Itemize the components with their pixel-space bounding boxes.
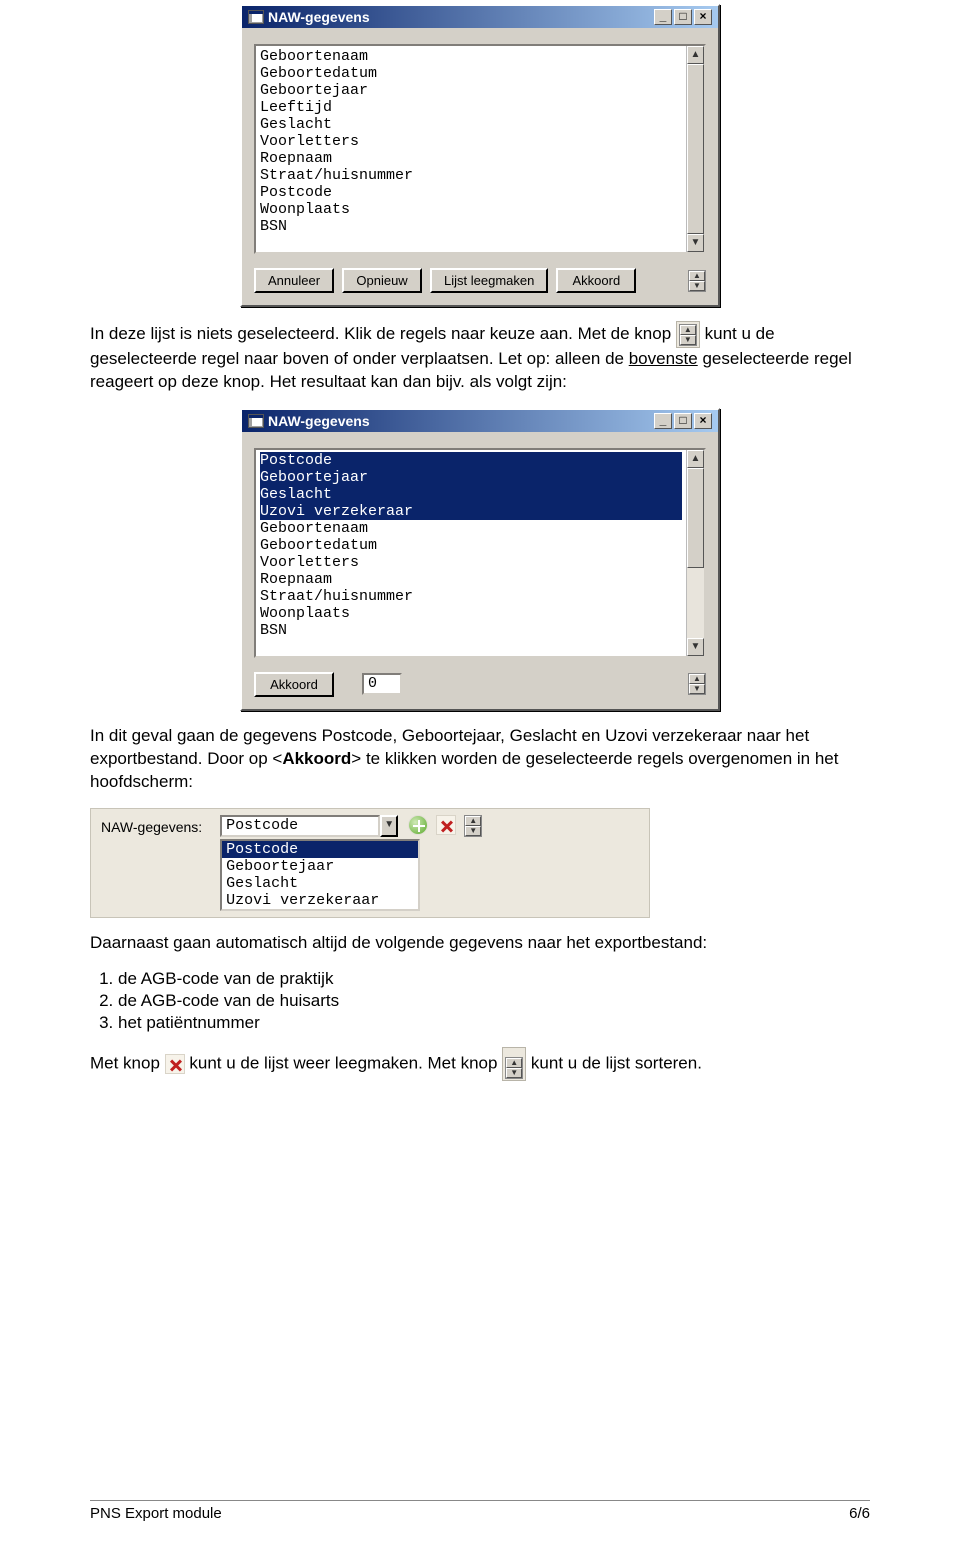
paragraph-2: In dit geval gaan de gegevens Postcode, … bbox=[90, 725, 870, 794]
page-footer: PNS Export module 6/6 bbox=[90, 1500, 870, 1522]
opnieuw-button[interactable]: Opnieuw bbox=[342, 268, 422, 293]
dropdown-item[interactable]: Geboortejaar bbox=[222, 858, 418, 875]
dropdown-item[interactable]: Uzovi verzekeraar bbox=[222, 892, 418, 909]
list-item: de AGB-code van de praktijk bbox=[118, 969, 870, 989]
spin-up-icon[interactable]: ▲ bbox=[465, 816, 481, 826]
list-item[interactable]: Geboortenaam bbox=[260, 48, 682, 65]
numeric-input[interactable]: 0 bbox=[362, 673, 402, 695]
listbox-scrollbar[interactable]: ▲ ▼ bbox=[686, 450, 704, 656]
spin-down-icon[interactable]: ▼ bbox=[465, 826, 481, 836]
delete-icon-inline bbox=[165, 1054, 185, 1074]
maximize-button[interactable]: □ bbox=[674, 413, 692, 429]
close-button[interactable]: × bbox=[694, 9, 712, 25]
titlebar-1[interactable]: NAW-gegevens _ □ × bbox=[242, 6, 718, 28]
dropdown-item[interactable]: Postcode bbox=[222, 841, 418, 858]
naw-window-2: NAW-gegevens _ □ × PostcodeGeboortejaarG… bbox=[240, 408, 720, 711]
akkoord-button[interactable]: Akkoord bbox=[254, 672, 334, 697]
spin-up-icon[interactable]: ▲ bbox=[689, 271, 705, 281]
dropdown-item[interactable]: Geslacht bbox=[222, 875, 418, 892]
app-icon bbox=[248, 10, 264, 24]
field-listbox-1[interactable]: GeboortenaamGeboortedatumGeboortejaarLee… bbox=[254, 44, 706, 254]
list-item[interactable]: BSN bbox=[260, 218, 682, 235]
list-item: de AGB-code van de huisarts bbox=[118, 991, 870, 1011]
listbox-scrollbar[interactable]: ▲ ▼ bbox=[686, 46, 704, 252]
scroll-down-button[interactable]: ▼ bbox=[687, 234, 704, 252]
scroll-up-button[interactable]: ▲ bbox=[687, 450, 704, 468]
list-item[interactable]: Geboortejaar bbox=[260, 82, 682, 99]
list-item: het patiëntnummer bbox=[118, 1013, 870, 1033]
list-item[interactable]: Voorletters bbox=[260, 133, 682, 150]
titlebar-2[interactable]: NAW-gegevens _ □ × bbox=[242, 410, 718, 432]
paragraph-3: Daarnaast gaan automatisch altijd de vol… bbox=[90, 932, 870, 955]
list-item[interactable]: Uzovi verzekeraar bbox=[260, 503, 682, 520]
mainpanel-label: NAW-gegevens: bbox=[101, 815, 202, 835]
naw-window-1: NAW-gegevens _ □ × GeboortenaamGeboorted… bbox=[240, 4, 720, 307]
reorder-spinner[interactable]: ▲ ▼ bbox=[688, 270, 706, 292]
scroll-thumb[interactable] bbox=[687, 468, 704, 568]
list-item[interactable]: Roepnaam bbox=[260, 150, 682, 167]
paragraph-1: In deze lijst is niets geselecteerd. Kli… bbox=[90, 321, 870, 394]
footer-right: 6/6 bbox=[849, 1505, 870, 1522]
annuleer-button[interactable]: Annuleer bbox=[254, 268, 334, 293]
bovenste-emphasis: bovenste bbox=[629, 349, 698, 368]
reorder-spinner[interactable]: ▲ ▼ bbox=[688, 673, 706, 695]
mainpanel-strip: NAW-gegevens: Postcode ▼ ▲ ▼ PostcodeGeb… bbox=[90, 808, 650, 918]
dropdown-open-list[interactable]: PostcodeGeboortejaarGeslachtUzovi verzek… bbox=[220, 839, 420, 911]
spin-up-icon[interactable]: ▲ bbox=[689, 674, 705, 684]
scroll-thumb[interactable] bbox=[687, 64, 704, 234]
list-item[interactable]: Leeftijd bbox=[260, 99, 682, 116]
minimize-button[interactable]: _ bbox=[654, 9, 672, 25]
spin-down-icon[interactable]: ▼ bbox=[689, 281, 705, 291]
list-item[interactable]: Voorletters bbox=[260, 554, 682, 571]
lijst-leegmaken-button[interactable]: Lijst leegmaken bbox=[430, 268, 548, 293]
scroll-up-button[interactable]: ▲ bbox=[687, 46, 704, 64]
list-item[interactable]: Postcode bbox=[260, 184, 682, 201]
window-title: NAW-gegevens bbox=[268, 9, 370, 25]
maximize-button[interactable]: □ bbox=[674, 9, 692, 25]
list-item[interactable]: Geboortejaar bbox=[260, 469, 682, 486]
delete-icon[interactable] bbox=[436, 815, 456, 835]
sort-spinner[interactable]: ▲ ▼ bbox=[464, 815, 482, 837]
naw-dropdown-display[interactable]: Postcode bbox=[220, 815, 380, 837]
field-listbox-2[interactable]: PostcodeGeboortejaarGeslachtUzovi verzek… bbox=[254, 448, 706, 658]
spin-down-icon[interactable]: ▼ bbox=[689, 684, 705, 694]
auto-export-list: de AGB-code van de praktijkde AGB-code v… bbox=[90, 969, 870, 1033]
akkoord-button[interactable]: Akkoord bbox=[556, 268, 636, 293]
list-item[interactable]: Geboortedatum bbox=[260, 537, 682, 554]
window-title: NAW-gegevens bbox=[268, 413, 370, 429]
list-item[interactable]: Geslacht bbox=[260, 486, 682, 503]
app-icon bbox=[248, 414, 264, 428]
paragraph-4: Met knop kunt u de lijst weer leegmaken.… bbox=[90, 1047, 870, 1081]
list-item[interactable]: BSN bbox=[260, 622, 682, 639]
list-item[interactable]: Geboortenaam bbox=[260, 520, 682, 537]
list-item[interactable]: Woonplaats bbox=[260, 605, 682, 622]
list-item[interactable]: Woonplaats bbox=[260, 201, 682, 218]
list-item[interactable]: Postcode bbox=[260, 452, 682, 469]
minimize-button[interactable]: _ bbox=[654, 413, 672, 429]
sort-spinner-inline-icon: ▲▼ bbox=[502, 1047, 526, 1081]
close-button[interactable]: × bbox=[694, 413, 712, 429]
footer-left: PNS Export module bbox=[90, 1505, 222, 1522]
dropdown-toggle-button[interactable]: ▼ bbox=[380, 815, 398, 837]
list-item[interactable]: Geboortedatum bbox=[260, 65, 682, 82]
scroll-down-button[interactable]: ▼ bbox=[687, 638, 704, 656]
list-item[interactable]: Geslacht bbox=[260, 116, 682, 133]
add-icon[interactable] bbox=[408, 815, 428, 835]
list-item[interactable]: Straat/huisnummer bbox=[260, 167, 682, 184]
akkoord-emphasis: Akkoord bbox=[282, 749, 351, 768]
list-item[interactable]: Straat/huisnummer bbox=[260, 588, 682, 605]
reorder-spinner-inline-icon: ▲▼ bbox=[676, 321, 700, 348]
list-item[interactable]: Roepnaam bbox=[260, 571, 682, 588]
